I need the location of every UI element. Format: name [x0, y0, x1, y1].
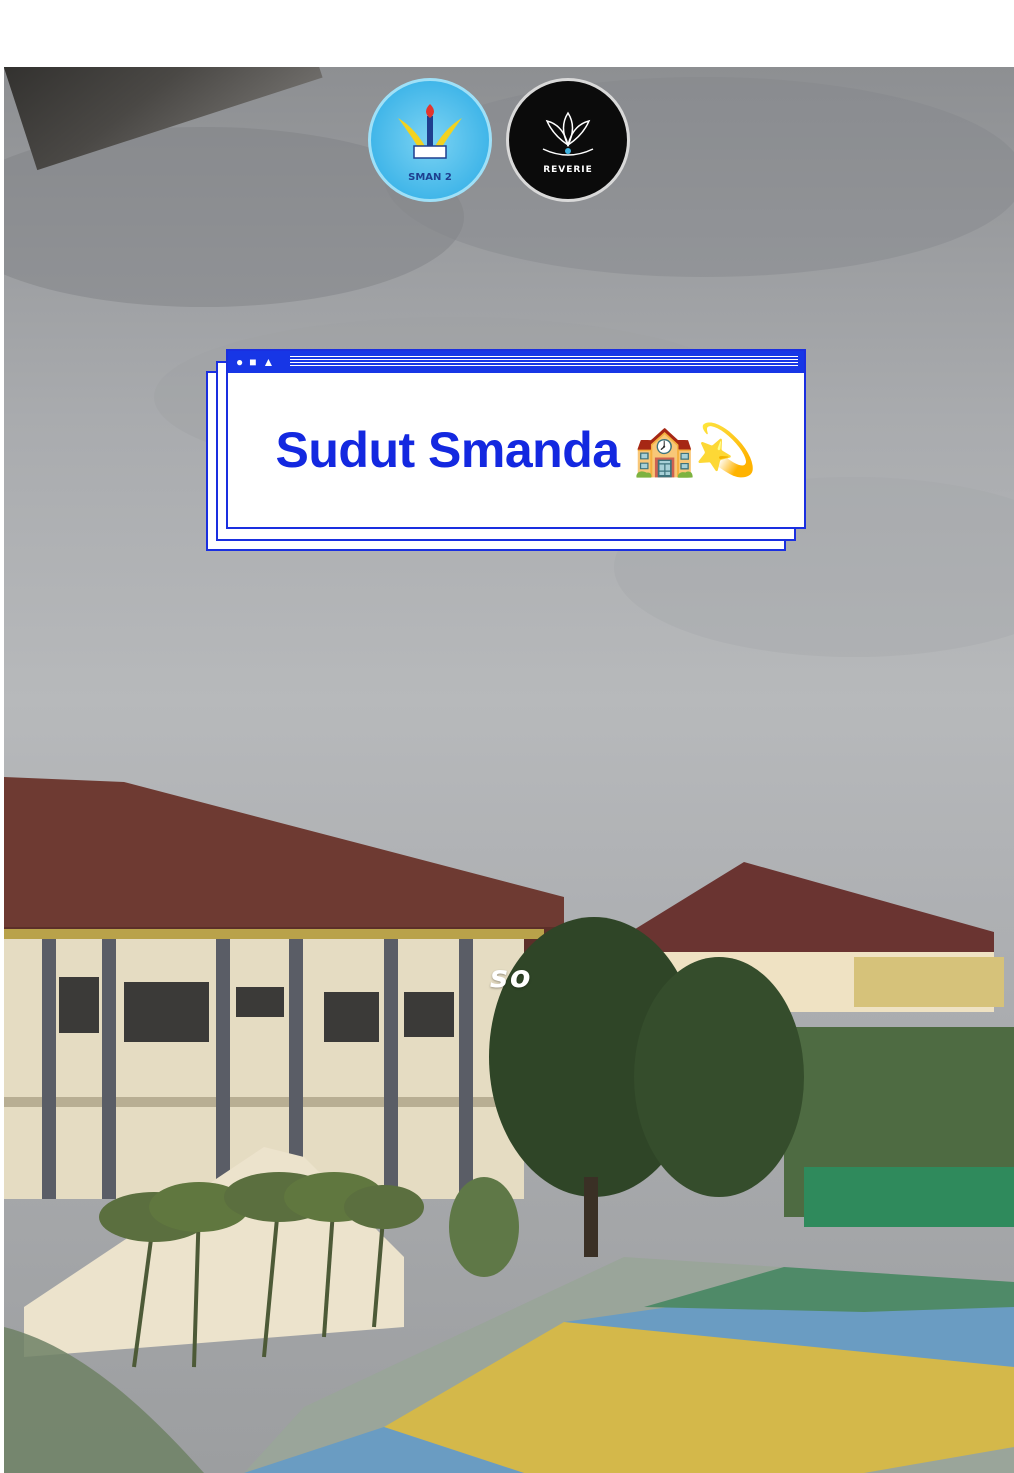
title-card: ● ■ ▲ Sudut Smanda 🏫💫 — [206, 349, 810, 554]
school-logo: SMAN 2 — [368, 78, 492, 202]
reverie-logo: REVERIE — [506, 78, 630, 202]
circle-icon: ● — [236, 355, 244, 369]
school-emblem-icon — [398, 103, 462, 159]
overlay-caption: so — [490, 960, 533, 995]
school-logo-text: SMAN 2 — [408, 171, 452, 183]
campus-photo — [4, 67, 1014, 1473]
square-icon: ■ — [249, 355, 257, 369]
reverie-logo-text: REVERIE — [543, 165, 593, 175]
triangle-icon: ▲ — [262, 355, 275, 369]
lotus-icon — [542, 111, 594, 156]
campus-scene — [4, 77, 1014, 1473]
title-card-titlebar: ● ■ ▲ — [228, 351, 804, 373]
title-card-front-frame: ● ■ ▲ Sudut Smanda 🏫💫 — [226, 349, 806, 529]
titlebar-stripes — [290, 356, 798, 368]
page-title: Sudut Smanda 🏫💫 — [275, 422, 757, 478]
